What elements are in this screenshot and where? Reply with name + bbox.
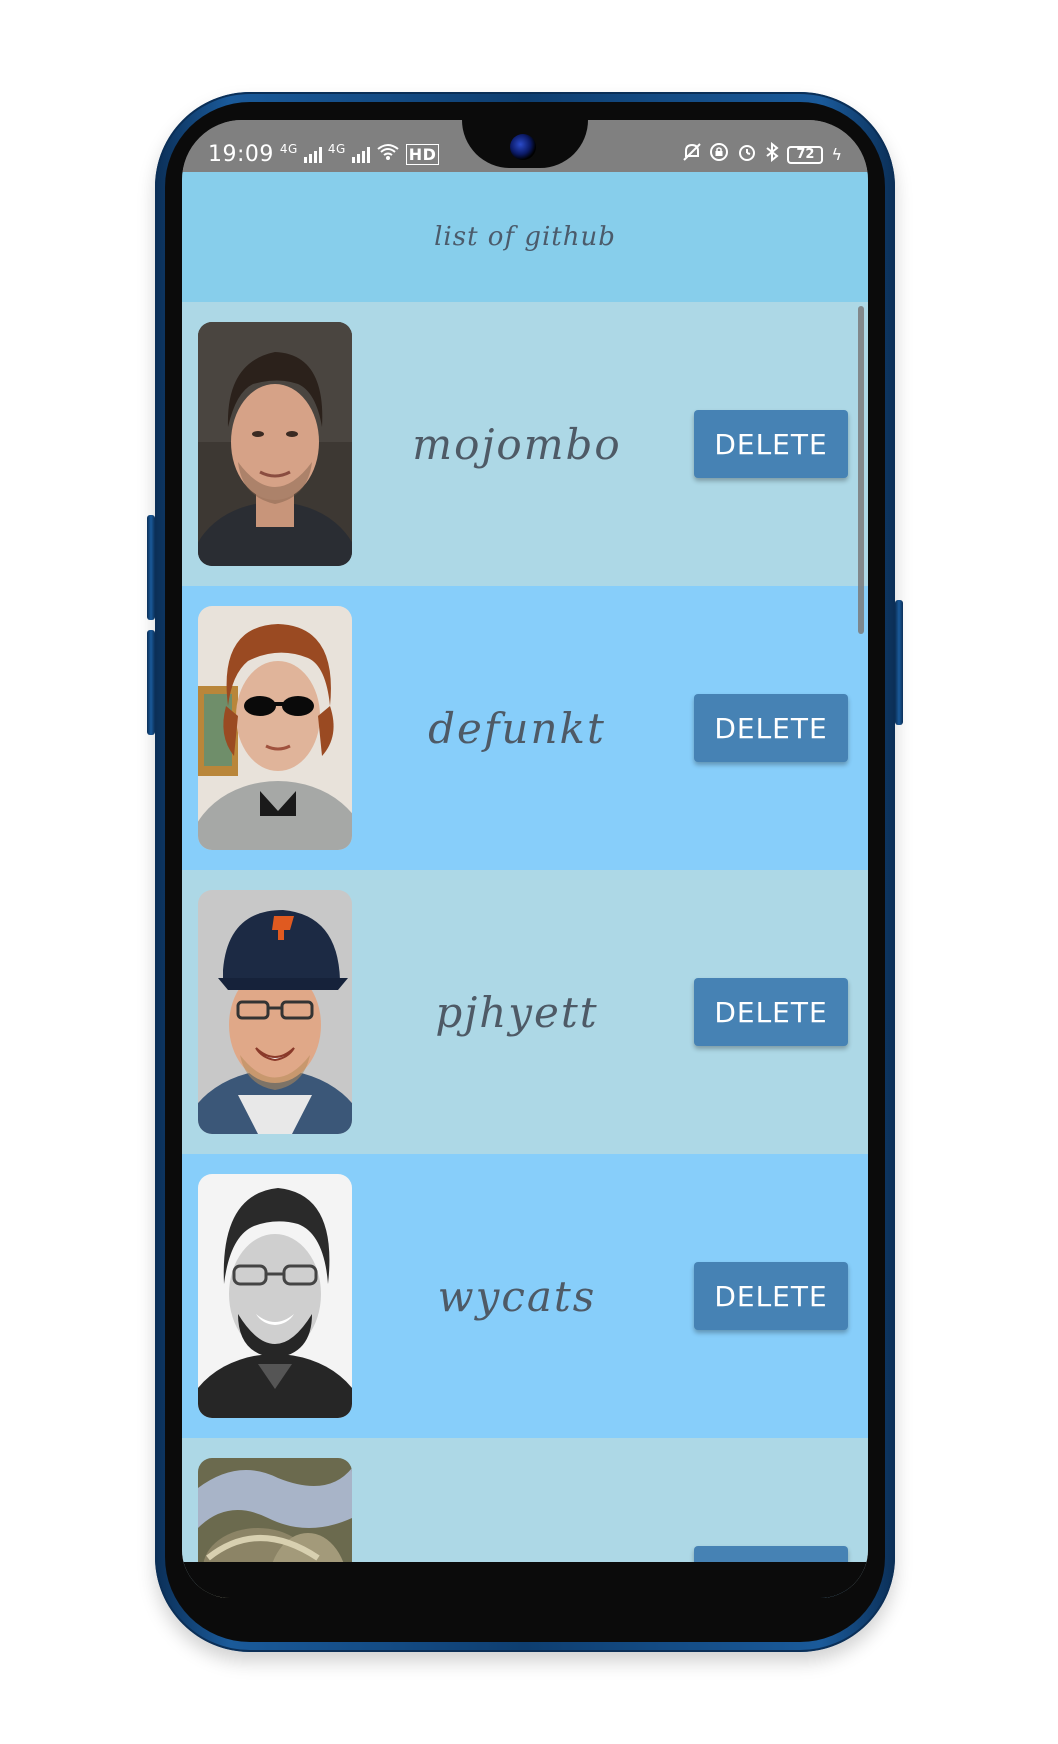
username: wycats [437,1271,597,1321]
bluetooth-icon [765,141,780,167]
username: defunkt [428,703,606,753]
status-time: 19:09 [208,142,274,167]
app-bar: list of github [182,172,868,302]
status-left: 19:09 4G 4G HD [208,141,440,167]
network-type-1: 4G [279,141,298,156]
username: mojombo [412,419,622,469]
status-bar: 19:09 4G 4G HD 72 ϟ [182,120,868,172]
delete-button[interactable]: DELETE [694,694,848,762]
front-camera [510,134,536,160]
avatar [198,890,352,1134]
avatar [198,1174,352,1418]
scrollbar[interactable] [858,306,864,634]
battery-level: 72 [796,147,815,162]
delete-button[interactable]: DELETE [694,1262,848,1330]
list-item[interactable]: defunkt DELETE [182,586,868,870]
status-right: 72 ϟ [683,141,842,167]
lock-icon [709,142,729,167]
signal-icon [351,146,370,163]
power-button [895,600,903,725]
alarm-icon [737,142,757,167]
user-list[interactable]: mojombo DELETE defunkt DELETE pjhyett DE… [182,302,868,1598]
screen-bottom-bezel [182,1562,868,1598]
wifi-icon [376,142,400,167]
username: pjhyett [435,987,599,1037]
screen: 19:09 4G 4G HD 72 ϟ list of github mojom… [182,120,868,1598]
avatar [198,322,352,566]
signal-icon [303,146,322,163]
volume-up-button [147,515,155,620]
delete-button[interactable]: DELETE [694,410,848,478]
battery-icon: 72 [787,145,824,164]
charging-icon: ϟ [831,145,842,164]
notch [462,120,588,168]
bell-off-icon [683,142,702,167]
hd-label: HD [405,144,440,165]
network-type-2: 4G [327,141,346,156]
avatar [198,606,352,850]
list-item[interactable]: wycats DELETE [182,1154,868,1438]
list-item[interactable]: mojombo DELETE [182,302,868,586]
volume-down-button [147,630,155,735]
app-title: list of github [434,222,616,252]
list-item[interactable]: pjhyett DELETE [182,870,868,1154]
delete-button[interactable]: DELETE [694,978,848,1046]
